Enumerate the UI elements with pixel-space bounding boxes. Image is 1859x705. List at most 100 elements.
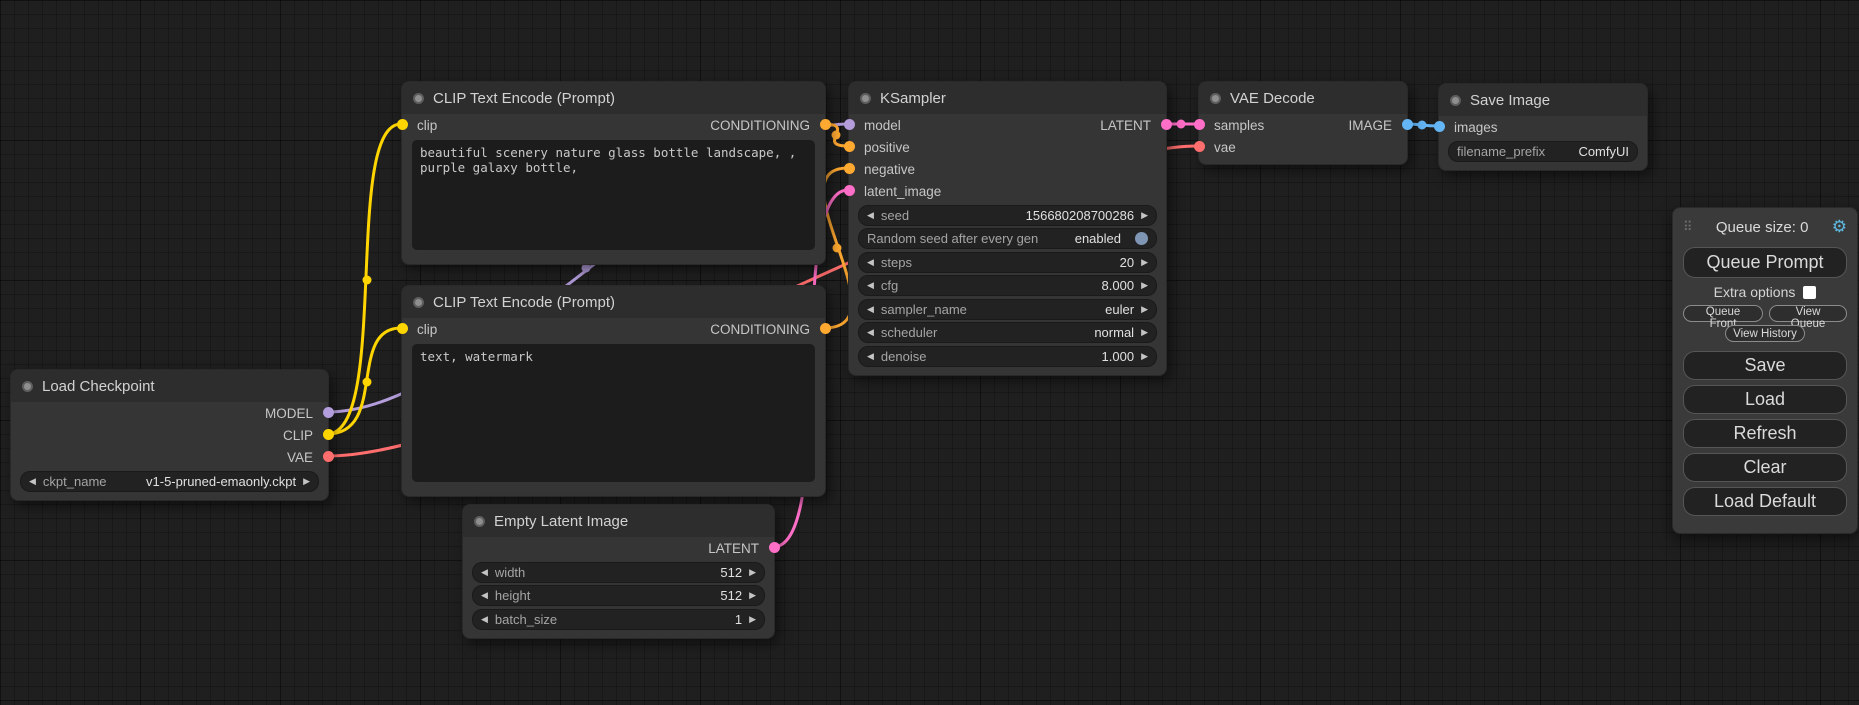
- collapse-dot-icon[interactable]: [860, 93, 871, 104]
- widget-value: 8.000: [1102, 278, 1135, 293]
- collapse-dot-icon[interactable]: [22, 381, 33, 392]
- node-title-bar[interactable]: Load Checkpoint: [11, 370, 328, 402]
- increment-arrow-icon[interactable]: ▶: [749, 568, 756, 577]
- input-slot-clip[interactable]: [397, 323, 408, 334]
- queue-front-button[interactable]: Queue Front: [1683, 305, 1763, 322]
- increment-arrow-icon[interactable]: ▶: [303, 477, 310, 486]
- widget-name: cfg: [881, 278, 898, 293]
- widget-filename-prefix[interactable]: filename_prefix ComfyUI: [1448, 141, 1638, 162]
- load-button[interactable]: Load: [1683, 385, 1847, 414]
- clear-button[interactable]: Clear: [1683, 453, 1847, 482]
- settings-gear-icon[interactable]: ⚙: [1832, 217, 1847, 237]
- toggle-knob-icon[interactable]: [1135, 232, 1148, 245]
- input-slot-images[interactable]: [1434, 121, 1445, 132]
- decrement-arrow-icon[interactable]: ◀: [867, 281, 874, 290]
- output-slot-model[interactable]: [323, 407, 334, 418]
- output-slot-conditioning[interactable]: [820, 323, 831, 334]
- node-title: VAE Decode: [1230, 90, 1315, 107]
- drag-handle-icon[interactable]: ⠿: [1683, 219, 1693, 235]
- widget-name: ckpt_name: [43, 474, 107, 489]
- extra-options-checkbox[interactable]: [1803, 286, 1816, 299]
- wire-midpoint-dot: [363, 276, 372, 285]
- negative-prompt-textarea[interactable]: text, watermark: [412, 344, 815, 482]
- widget-value: 512: [720, 565, 742, 580]
- increment-arrow-icon[interactable]: ▶: [1141, 352, 1148, 361]
- node-save-image[interactable]: Save Image images filename_prefix ComfyU…: [1438, 83, 1648, 171]
- output-slot-clip[interactable]: [323, 429, 334, 440]
- slot-row: samples IMAGE: [1199, 114, 1407, 136]
- node-load-checkpoint[interactable]: Load Checkpoint MODEL CLIP VAE ◀ ckpt_na…: [10, 369, 329, 501]
- positive-prompt-textarea[interactable]: beautiful scenery nature glass bottle la…: [412, 140, 815, 250]
- extra-options-row: Extra options: [1683, 284, 1847, 300]
- input-label: vae: [1214, 140, 1236, 155]
- increment-arrow-icon[interactable]: ▶: [1141, 281, 1148, 290]
- output-slot-vae[interactable]: [323, 451, 334, 462]
- widget-scheduler[interactable]: ◀ scheduler normal ▶: [858, 322, 1157, 343]
- output-slot-conditioning[interactable]: [820, 119, 831, 130]
- widget-batch-size[interactable]: ◀ batch_size 1 ▶: [472, 609, 765, 630]
- node-title-bar[interactable]: Empty Latent Image: [463, 505, 774, 537]
- input-slot-positive[interactable]: [844, 141, 855, 152]
- node-title-bar[interactable]: CLIP Text Encode (Prompt): [402, 82, 825, 114]
- collapse-dot-icon[interactable]: [1450, 95, 1461, 106]
- collapse-dot-icon[interactable]: [413, 93, 424, 104]
- node-ksampler[interactable]: KSampler model LATENT positive negative …: [848, 81, 1167, 376]
- widget-random-seed-toggle[interactable]: Random seed after every gen enabled: [858, 228, 1157, 249]
- output-slot-image[interactable]: [1402, 119, 1413, 130]
- decrement-arrow-icon[interactable]: ◀: [867, 211, 874, 220]
- increment-arrow-icon[interactable]: ▶: [749, 615, 756, 624]
- node-vae-decode[interactable]: VAE Decode samples IMAGE vae: [1198, 81, 1408, 165]
- widget-steps[interactable]: ◀ steps 20 ▶: [858, 252, 1157, 273]
- increment-arrow-icon[interactable]: ▶: [1141, 305, 1148, 314]
- increment-arrow-icon[interactable]: ▶: [749, 591, 756, 600]
- refresh-button[interactable]: Refresh: [1683, 419, 1847, 448]
- save-button[interactable]: Save: [1683, 351, 1847, 380]
- widget-cfg[interactable]: ◀ cfg 8.000 ▶: [858, 275, 1157, 296]
- decrement-arrow-icon[interactable]: ◀: [481, 591, 488, 600]
- decrement-arrow-icon[interactable]: ◀: [29, 477, 36, 486]
- node-title-bar[interactable]: CLIP Text Encode (Prompt): [402, 286, 825, 318]
- view-history-button[interactable]: View History: [1725, 325, 1805, 342]
- input-label: clip: [417, 118, 437, 133]
- widget-seed[interactable]: ◀ seed 156680208700286 ▶: [858, 205, 1157, 226]
- queue-prompt-button[interactable]: Queue Prompt: [1683, 247, 1847, 278]
- input-slot-clip[interactable]: [397, 119, 408, 130]
- collapse-dot-icon[interactable]: [474, 516, 485, 527]
- output-slot-latent[interactable]: [769, 542, 780, 553]
- slot-row: model LATENT: [849, 114, 1166, 136]
- node-empty-latent-image[interactable]: Empty Latent Image LATENT ◀ width 512 ▶ …: [462, 504, 775, 639]
- widget-width[interactable]: ◀ width 512 ▶: [472, 562, 765, 583]
- decrement-arrow-icon[interactable]: ◀: [867, 258, 874, 267]
- widget-sampler-name[interactable]: ◀ sampler_name euler ▶: [858, 299, 1157, 320]
- widget-denoise[interactable]: ◀ denoise 1.000 ▶: [858, 346, 1157, 367]
- increment-arrow-icon[interactable]: ▶: [1141, 258, 1148, 267]
- input-slot-negative[interactable]: [844, 163, 855, 174]
- increment-arrow-icon[interactable]: ▶: [1141, 328, 1148, 337]
- node-title-bar[interactable]: KSampler: [849, 82, 1166, 114]
- decrement-arrow-icon[interactable]: ◀: [867, 328, 874, 337]
- input-slot-samples[interactable]: [1194, 119, 1205, 130]
- load-default-button[interactable]: Load Default: [1683, 487, 1847, 516]
- node-clip-text-encode-negative[interactable]: CLIP Text Encode (Prompt) clip CONDITION…: [401, 285, 826, 497]
- decrement-arrow-icon[interactable]: ◀: [481, 615, 488, 624]
- widget-height[interactable]: ◀ height 512 ▶: [472, 585, 765, 606]
- wire-midpoint-dot: [832, 131, 841, 140]
- decrement-arrow-icon[interactable]: ◀: [867, 352, 874, 361]
- input-slot-vae[interactable]: [1194, 141, 1205, 152]
- node-title-bar[interactable]: Save Image: [1439, 84, 1647, 116]
- node-title-bar[interactable]: VAE Decode: [1199, 82, 1407, 114]
- input-label: samples: [1214, 118, 1264, 133]
- output-slot-latent[interactable]: [1161, 119, 1172, 130]
- input-slot-model[interactable]: [844, 119, 855, 130]
- increment-arrow-icon[interactable]: ▶: [1141, 211, 1148, 220]
- view-queue-button[interactable]: View Queue: [1769, 305, 1847, 322]
- node-clip-text-encode-positive[interactable]: CLIP Text Encode (Prompt) clip CONDITION…: [401, 81, 826, 265]
- widget-ckpt-name[interactable]: ◀ ckpt_name v1-5-pruned-emaonly.ckpt ▶: [20, 471, 319, 492]
- node-graph-canvas[interactable]: Load Checkpoint MODEL CLIP VAE ◀ ckpt_na…: [0, 0, 1859, 705]
- decrement-arrow-icon[interactable]: ◀: [481, 568, 488, 577]
- menu-actions: Save Load Refresh Clear Load Default: [1683, 351, 1847, 516]
- collapse-dot-icon[interactable]: [413, 297, 424, 308]
- decrement-arrow-icon[interactable]: ◀: [867, 305, 874, 314]
- collapse-dot-icon[interactable]: [1210, 93, 1221, 104]
- input-slot-latent-image[interactable]: [844, 185, 855, 196]
